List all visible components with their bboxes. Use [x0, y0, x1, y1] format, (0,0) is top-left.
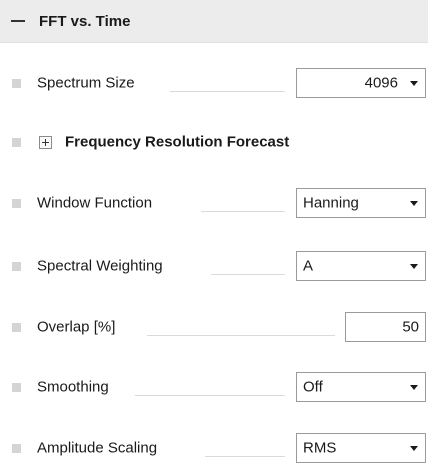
frequency-resolution-label: Frequency Resolution Forecast [65, 133, 290, 151]
leader-line [147, 335, 335, 336]
caret-down-icon [410, 201, 418, 206]
amplitude-scaling-dropdown[interactable]: RMS [296, 433, 426, 463]
smoothing-value: Off [303, 378, 323, 396]
overlap-value: 50 [402, 318, 419, 336]
leader-line [135, 395, 285, 396]
square-bullet-icon [12, 323, 21, 332]
leader-line [201, 211, 285, 212]
square-bullet-icon [12, 383, 21, 392]
section-header[interactable]: FFT vs. Time [0, 0, 428, 43]
leader-line [170, 91, 285, 92]
leader-line [205, 456, 285, 457]
spectral-weighting-dropdown[interactable]: A [296, 251, 426, 281]
caret-down-icon [410, 264, 418, 269]
leader-line [211, 274, 285, 275]
overlap-label: Overlap [%] [37, 318, 116, 336]
spectrum-size-label: Spectrum Size [37, 74, 135, 92]
plus-box-icon[interactable] [39, 136, 52, 149]
square-bullet-icon [12, 138, 21, 147]
properties-panel: FFT vs. Time Spectrum Size 4096 Frequenc… [0, 0, 428, 471]
spectrum-size-value: 4096 [364, 74, 398, 92]
smoothing-dropdown[interactable]: Off [296, 372, 426, 402]
spectral-weighting-value: A [303, 257, 314, 275]
row-window-function: Window Function Hanning [0, 183, 428, 223]
amplitude-scaling-label: Amplitude Scaling [37, 439, 158, 457]
row-spectrum-size: Spectrum Size 4096 [0, 63, 428, 103]
row-amplitude-scaling: Amplitude Scaling RMS [0, 428, 428, 468]
row-smoothing: Smoothing Off [0, 367, 428, 407]
square-bullet-icon [12, 262, 21, 271]
row-overlap: Overlap [%] 50 [0, 307, 428, 347]
square-bullet-icon [12, 444, 21, 453]
square-bullet-icon [12, 79, 21, 88]
row-spectral-weighting: Spectral Weighting A [0, 246, 428, 286]
square-bullet-icon [12, 199, 21, 208]
spectrum-size-dropdown[interactable]: 4096 [296, 68, 426, 98]
window-function-value: Hanning [303, 194, 359, 212]
window-function-label: Window Function [37, 194, 153, 212]
spectral-weighting-label: Spectral Weighting [37, 257, 163, 275]
window-function-dropdown[interactable]: Hanning [296, 188, 426, 218]
smoothing-label: Smoothing [37, 378, 109, 396]
caret-down-icon [410, 446, 418, 451]
caret-down-icon [410, 385, 418, 390]
section-title: FFT vs. Time [39, 12, 131, 30]
caret-down-icon [410, 81, 418, 86]
minus-icon[interactable] [11, 20, 25, 22]
amplitude-scaling-value: RMS [303, 439, 337, 457]
row-frequency-resolution: Frequency Resolution Forecast [0, 122, 428, 162]
overlap-input[interactable]: 50 [345, 312, 426, 342]
